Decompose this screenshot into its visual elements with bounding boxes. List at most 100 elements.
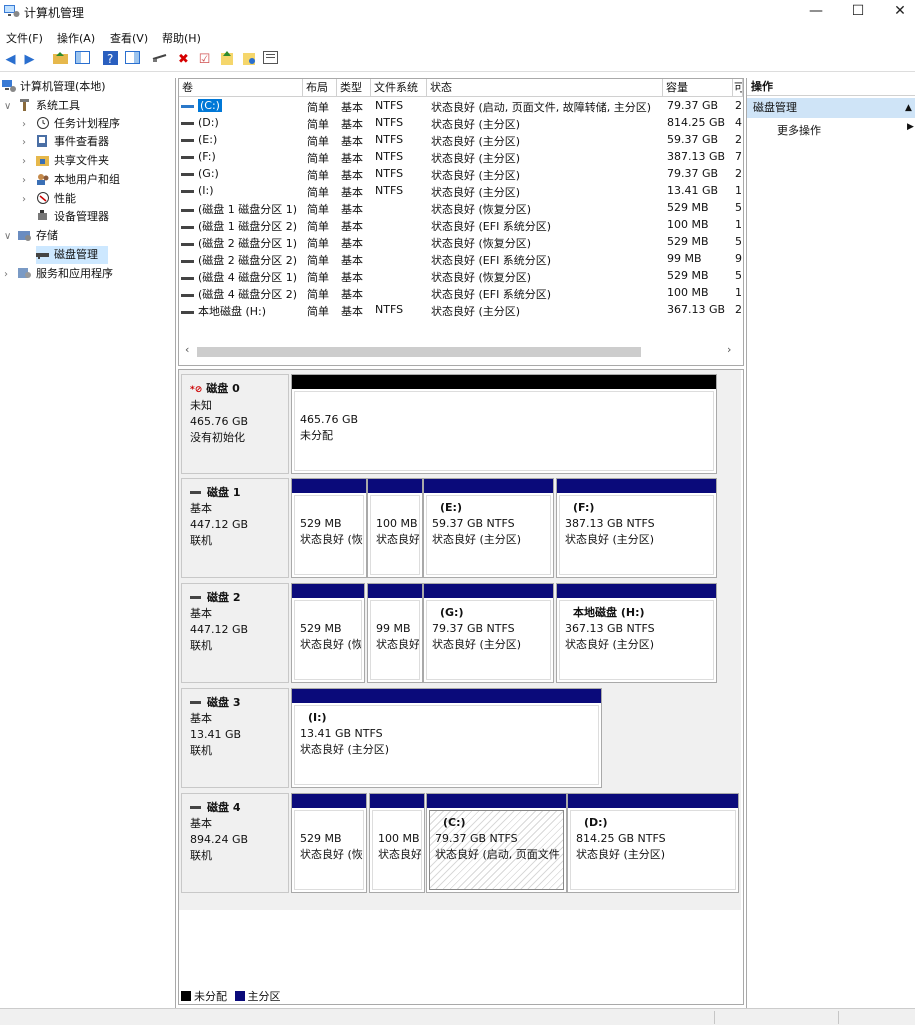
volume-row[interactable]: (磁盘 4 磁盘分区 1) 简单 基本 状态良好 (恢复分区) 529 MB 5	[179, 268, 743, 285]
volume-row[interactable]: (磁盘 2 磁盘分区 2) 简单 基本 状态良好 (EFI 系统分区) 99 MB 9	[179, 251, 743, 268]
chevron-right-icon[interactable]: ›	[22, 116, 36, 134]
help-icon[interactable]: ?	[102, 51, 119, 68]
layout-cell: 简单	[307, 101, 329, 114]
menu-file[interactable]: 文件(F)	[6, 30, 43, 46]
volume-row[interactable]: 本地磁盘 (H:) 简单 基本 NTFS 状态良好 (主分区) 367.13 GB 2	[179, 302, 743, 319]
volume-row[interactable]: (磁盘 2 磁盘分区 1) 简单 基本 状态良好 (恢复分区) 529 MB 5	[179, 234, 743, 251]
unallocated-partition[interactable]: 465.76 GB 未分配	[291, 374, 717, 474]
minimize-button[interactable]: —	[794, 0, 838, 24]
partition[interactable]: 100 MB 状态良好	[369, 793, 425, 893]
disk-label[interactable]: 磁盘 4 基本 894.24 GB 联机	[181, 793, 289, 893]
chevron-down-icon[interactable]: ∨	[4, 228, 18, 246]
properties-icon[interactable]	[262, 51, 279, 68]
disk-label[interactable]: 磁盘 1 基本 447.12 GB 联机	[181, 478, 289, 578]
menu-view[interactable]: 查看(V)	[110, 30, 148, 46]
tree-item-disk-management[interactable]: 磁盘管理	[36, 246, 108, 264]
disk-state: 联机	[190, 849, 212, 862]
partition[interactable]: 100 MB 状态良好	[367, 478, 423, 578]
chevron-right-icon[interactable]: ›	[22, 134, 36, 152]
col-header-status[interactable]: 状态	[427, 79, 663, 97]
partition[interactable]: (I:) 13.41 GB NTFS 状态良好 (主分区)	[291, 688, 602, 788]
menu-action[interactable]: 操作(A)	[57, 30, 95, 46]
volume-row[interactable]: (D:) 简单 基本 NTFS 状态良好 (主分区) 814.25 GB 4	[179, 115, 743, 132]
tree-item-storage[interactable]: ∨ 存储	[4, 227, 58, 245]
col-header-type[interactable]: 类型	[337, 79, 371, 97]
volume-row[interactable]: (磁盘 1 磁盘分区 1) 简单 基本 状态良好 (恢复分区) 529 MB 5	[179, 200, 743, 217]
close-button[interactable]: ✕	[878, 0, 915, 24]
col-header-volume[interactable]: 卷	[179, 79, 303, 97]
volume-icon	[181, 225, 194, 229]
tree-label-services: 服务和应用程序	[36, 267, 113, 280]
disk-name: 磁盘 4	[190, 800, 280, 816]
actions-section-disk-management[interactable]: 磁盘管理 ▲	[747, 98, 915, 118]
disk-label[interactable]: 磁盘 2 基本 447.12 GB 联机	[181, 583, 289, 683]
tree-item-performance[interactable]: › 性能	[22, 190, 76, 208]
up-folder-icon[interactable]	[52, 51, 69, 68]
chevron-right-icon[interactable]: ›	[22, 172, 36, 190]
back-icon[interactable]: ◀	[2, 51, 19, 68]
partition[interactable]: 本地磁盘 (H:) 367.13 GB NTFS 状态良好 (主分区)	[556, 583, 717, 683]
volume-list: 卷 布局 类型 文件系统 状态 容量 可 (C:)简单基本NTFS状态良好 (启…	[178, 78, 744, 366]
volume-row[interactable]: (磁盘 4 磁盘分区 2) 简单 基本 状态良好 (EFI 系统分区) 100 MB 1	[179, 285, 743, 302]
tree-item-device-manager[interactable]: 设备管理器	[36, 208, 109, 226]
tree-item-local-users[interactable]: › 本地用户和组	[22, 171, 120, 189]
import-icon[interactable]	[218, 51, 235, 68]
partition-size: 367.13 GB NTFS	[565, 622, 655, 635]
partition[interactable]: (F:) 387.13 GB NTFS 状态良好 (主分区)	[556, 478, 717, 578]
filesystem-cell: NTFS	[375, 184, 404, 197]
partition[interactable]: (D:) 814.25 GB NTFS 状态良好 (主分区)	[567, 793, 739, 893]
scroll-thumb[interactable]	[197, 347, 641, 357]
partition[interactable]: 99 MB 状态良好	[367, 583, 423, 683]
connect-icon[interactable]	[151, 51, 168, 68]
volume-row[interactable]: (C:) 简单 基本 NTFS 状态良好 (启动, 页面文件, 故障转储, 主分区) 79…	[179, 98, 743, 115]
menu-help[interactable]: 帮助(H)	[162, 30, 201, 46]
volume-row[interactable]: (G:) 简单 基本 NTFS 状态良好 (主分区) 79.37 GB 2	[179, 166, 743, 183]
tree-item-task-scheduler[interactable]: › 任务计划程序	[22, 115, 120, 133]
volume-row[interactable]: (F:) 简单 基本 NTFS 状态良好 (主分区) 387.13 GB 7	[179, 149, 743, 166]
chevron-right-icon[interactable]: ›	[22, 153, 36, 171]
partition[interactable]: 529 MB 状态良好 (恢	[291, 478, 367, 578]
check-icon[interactable]: ☑	[196, 51, 213, 68]
col-header-layout[interactable]: 布局	[303, 79, 337, 97]
tree-item-system-tools[interactable]: ∨ 系统工具	[4, 97, 80, 115]
partition[interactable]: 529 MB 状态良好 (恢	[291, 583, 365, 683]
delete-icon[interactable]: ✖	[175, 51, 192, 68]
chevron-down-icon[interactable]: ∨	[4, 98, 18, 116]
scroll-left-icon[interactable]: ‹	[185, 343, 189, 356]
partition-size: 100 MB	[376, 517, 418, 530]
show-tree-icon[interactable]	[74, 51, 91, 68]
col-header-filesystem[interactable]: 文件系统	[371, 79, 427, 97]
partition[interactable]: 529 MB 状态良好 (恢	[291, 793, 367, 893]
more-actions-item[interactable]: 更多操作	[777, 122, 821, 138]
disk-label[interactable]: 磁盘 3 基本 13.41 GB 联机	[181, 688, 289, 788]
volume-row[interactable]: (I:) 简单 基本 NTFS 状态良好 (主分区) 13.41 GB 1	[179, 183, 743, 200]
export-icon[interactable]	[240, 51, 257, 68]
partition[interactable]: (E:) 59.37 GB NTFS 状态良好 (主分区)	[423, 478, 554, 578]
maximize-button[interactable]: ☐	[836, 0, 880, 24]
tree-item-event-viewer[interactable]: › 事件查看器	[22, 133, 109, 151]
partition[interactable]: (G:) 79.37 GB NTFS 状态良好 (主分区)	[423, 583, 554, 683]
show-pane-icon[interactable]	[124, 51, 141, 68]
free-cell: 1	[735, 286, 742, 299]
horizontal-scrollbar[interactable]: ‹ ›	[179, 343, 743, 359]
volume-row[interactable]: (磁盘 1 磁盘分区 2) 简单 基本 状态良好 (EFI 系统分区) 100 MB 1	[179, 217, 743, 234]
forward-icon[interactable]: ▶	[21, 51, 38, 68]
partition-name: (I:)	[308, 711, 327, 724]
chevron-right-icon[interactable]: ›	[22, 191, 36, 209]
filesystem-cell: NTFS	[375, 150, 404, 163]
partition-body: (I:) 13.41 GB NTFS 状态良好 (主分区)	[294, 705, 599, 785]
tree-item-shared-folders[interactable]: › 共享文件夹	[22, 152, 109, 170]
col-header-capacity[interactable]: 容量	[663, 79, 733, 97]
col-header-free[interactable]: 可	[733, 79, 743, 97]
collapse-icon[interactable]: ▲	[905, 98, 912, 118]
free-cell: 5	[735, 269, 742, 282]
device-manager-icon	[38, 210, 47, 220]
tree-item-services[interactable]: › 服务和应用程序	[4, 265, 113, 283]
disk-label[interactable]: *⊘ 磁盘 0 未知 465.76 GB 没有初始化	[181, 374, 289, 474]
chevron-right-icon[interactable]: ›	[4, 266, 18, 284]
scroll-right-icon[interactable]: ›	[727, 343, 731, 356]
volume-icon	[181, 189, 194, 193]
volume-row[interactable]: (E:) 简单 基本 NTFS 状态良好 (主分区) 59.37 GB 2	[179, 132, 743, 149]
partition[interactable]: (C:) 79.37 GB NTFS 状态良好 (启动, 页面文件	[426, 793, 567, 893]
tree-item-root[interactable]: 计算机管理(本地)	[2, 78, 106, 96]
